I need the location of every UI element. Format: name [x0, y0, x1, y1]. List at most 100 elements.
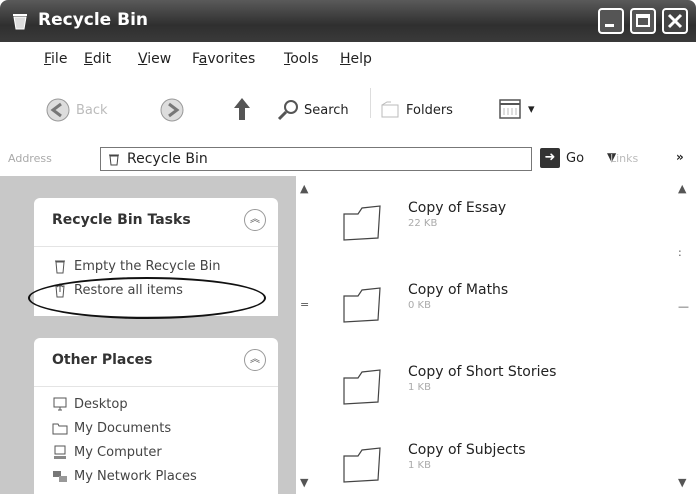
menu-favorites[interactable]: Favorites [192, 51, 255, 67]
search-label: Search [304, 102, 349, 118]
right-scrollbar[interactable]: ▲ : — ▼ [676, 182, 690, 494]
file-size: 22 KB [408, 218, 438, 229]
links-label[interactable]: Links [610, 152, 638, 165]
file-name: Copy of Short Stories [408, 364, 557, 380]
back-label: Back [76, 102, 108, 118]
place-desktop[interactable]: Desktop [52, 396, 128, 412]
recycle-bin-icon [109, 154, 119, 166]
minimize-button[interactable] [598, 8, 624, 34]
file-item[interactable]: Copy of Maths 0 KB [340, 282, 508, 326]
menu-help-label: Help [340, 51, 372, 67]
file-item[interactable]: Copy of Essay 22 KB [340, 200, 506, 244]
menu-tools[interactable]: Tools [284, 51, 319, 67]
maximize-icon [636, 14, 650, 27]
search-button[interactable]: Search [276, 98, 349, 122]
task-empty-recycle-bin[interactable]: Empty the Recycle Bin [52, 258, 220, 274]
network-icon [53, 471, 67, 482]
folder-icon [343, 287, 381, 323]
views-icon [499, 99, 521, 119]
place-label: My Documents [74, 420, 172, 436]
menu-favorites-label: Favorites [192, 51, 256, 67]
up-arrow-icon [234, 98, 250, 120]
maximize-button[interactable] [630, 8, 656, 34]
collapse-chevron-icon[interactable]: ︽ [244, 209, 266, 231]
scroll-up-icon[interactable]: ▲ [678, 182, 686, 195]
folder-icon [343, 369, 381, 405]
menu-tools-label: Tools [284, 51, 319, 67]
tasks-title: Recycle Bin Tasks [52, 212, 191, 228]
menu-file[interactable]: File [44, 51, 67, 67]
file-item[interactable]: Copy of Short Stories 1 KB [340, 364, 556, 408]
views-dropdown-icon: ▾ [528, 101, 535, 117]
computer-icon [54, 445, 66, 459]
file-item[interactable]: Copy of Subjects 1 KB [340, 442, 526, 486]
panel-divider [34, 246, 278, 247]
forward-arrow-icon [160, 98, 184, 122]
folders-label: Folders [406, 102, 453, 118]
menu-view[interactable]: View [138, 51, 171, 67]
panel-divider [34, 386, 278, 387]
scroll-down-icon[interactable]: ▼ [300, 476, 308, 489]
other-places-panel: Other Places ︽ Desktop My Documents My C… [34, 338, 278, 494]
title-bar[interactable]: Recycle Bin [0, 0, 696, 42]
scroll-thumb[interactable]: = [300, 298, 309, 311]
file-size: 1 KB [408, 460, 431, 471]
folders-button[interactable]: Folders [380, 100, 453, 120]
file-name: Copy of Subjects [408, 442, 526, 458]
scroll-thumb[interactable]: — [678, 300, 689, 313]
place-my-network-places[interactable]: My Network Places [52, 468, 197, 484]
menu-bar: File Edit View Favorites Tools Help [0, 42, 696, 110]
links-chevron-icon[interactable]: » [676, 150, 684, 164]
folder-icon [343, 205, 381, 241]
back-arrow-icon [46, 98, 70, 122]
file-size: 1 KB [408, 382, 431, 393]
window-title: Recycle Bin [38, 10, 149, 30]
places-title: Other Places [52, 352, 153, 368]
recycle-bin-icon [55, 260, 65, 274]
highlight-ellipse [28, 277, 266, 319]
toolbar-separator [370, 88, 371, 118]
address-value: Recycle Bin [127, 151, 208, 167]
folder-icon [52, 423, 68, 435]
file-name: Copy of Maths [408, 282, 509, 298]
scroll-down-icon[interactable]: ▼ [678, 476, 686, 489]
address-field[interactable]: Recycle Bin ▼ [100, 147, 616, 171]
collapse-chevron-icon[interactable]: ︽ [244, 349, 266, 371]
go-label: Go [566, 150, 585, 166]
place-my-documents[interactable]: My Documents [52, 420, 171, 436]
place-label: My Network Places [74, 468, 197, 484]
task-label: Empty the Recycle Bin [74, 258, 221, 274]
minimize-icon [605, 24, 614, 27]
go-button[interactable]: ➜ Go [540, 148, 584, 168]
forward-button[interactable] [158, 96, 186, 124]
address-label: Address [8, 152, 52, 165]
panel-header[interactable]: Recycle Bin Tasks ︽ [34, 198, 278, 246]
scroll-mark: : [678, 246, 682, 259]
panel-header[interactable]: Other Places ︽ [34, 338, 278, 386]
place-my-computer[interactable]: My Computer [52, 444, 162, 460]
close-icon [667, 13, 683, 29]
up-folder-button[interactable] [228, 94, 256, 124]
toolbar: Back Search Folders ▾ [0, 76, 696, 143]
recycle-bin-icon [13, 14, 27, 30]
folders-icon [381, 101, 399, 118]
folder-icon [343, 447, 381, 483]
explorer-window: Recycle Bin File Edit View Favorites Too… [0, 0, 696, 494]
menu-help[interactable]: Help [340, 51, 372, 67]
left-scrollbar[interactable]: ▲ = ▼ [298, 182, 312, 494]
back-button[interactable]: Back [44, 96, 108, 124]
desktop-icon [53, 397, 67, 411]
scroll-up-icon[interactable]: ▲ [300, 182, 308, 195]
file-size: 0 KB [408, 300, 431, 311]
close-button[interactable] [662, 8, 688, 34]
search-icon [277, 100, 298, 121]
go-arrow-icon: ➜ [540, 148, 560, 168]
views-button[interactable]: ▾ [498, 98, 535, 120]
menu-file-label: File [44, 51, 68, 67]
task-pane: Recycle Bin Tasks ︽ Empty the Recycle Bi… [0, 176, 296, 494]
menu-edit[interactable]: Edit [84, 51, 111, 67]
place-label: Desktop [74, 396, 128, 412]
file-name: Copy of Essay [408, 200, 507, 216]
place-label: My Computer [74, 444, 162, 460]
address-bar: Address Recycle Bin ▼ ➜ Go Links » [0, 142, 696, 177]
